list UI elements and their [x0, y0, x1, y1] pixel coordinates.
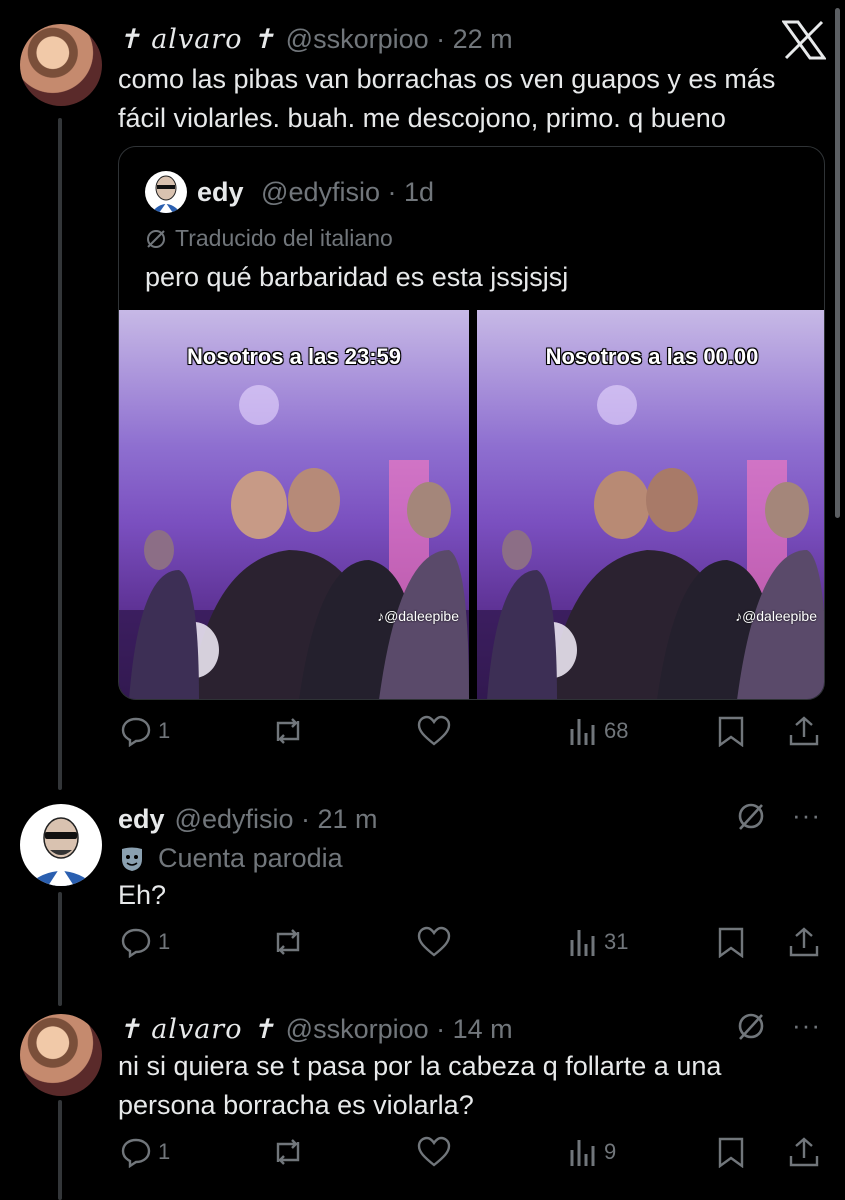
reply-button[interactable]: 1	[120, 926, 170, 958]
views-button[interactable]: 9	[568, 1136, 616, 1168]
thread-line	[58, 118, 62, 790]
views-button[interactable]: 68	[568, 715, 628, 747]
media-watermark: ♪@daleepibe	[377, 608, 459, 624]
heart-icon	[417, 926, 451, 957]
translated-text: Traducido del italiano	[175, 225, 393, 251]
share-button[interactable]	[788, 1136, 820, 1168]
thread-line	[58, 892, 62, 1006]
tweet-header: edy @edyfisio · 21 m	[118, 804, 378, 835]
reply-icon	[121, 717, 151, 747]
more-icon[interactable]: ···	[792, 1010, 821, 1041]
reply-count: 1	[158, 1139, 171, 1164]
retweet-icon	[276, 929, 300, 955]
share-icon	[789, 927, 819, 957]
quote-header: edy @edyfisio · 1d	[197, 177, 434, 208]
tweet-header: ✝ alvaro ✝ @sskorpioo · 14 m	[118, 1014, 513, 1045]
scrollbar[interactable]	[835, 8, 840, 518]
display-name[interactable]: ✝ alvaro ✝	[118, 24, 276, 55]
action-bar: 1 68	[118, 715, 825, 755]
parody-badge: Cuenta parodia	[118, 843, 343, 874]
action-bar: 1 9	[118, 1136, 825, 1176]
bookmark-icon	[718, 927, 744, 958]
share-button[interactable]	[788, 926, 820, 958]
translated-label[interactable]: Traducido del italiano	[145, 225, 393, 252]
thread-line	[58, 1100, 62, 1200]
tweet-text: ni si quiera se t pasa por la cabeza q f…	[118, 1051, 722, 1120]
views-count: 9	[604, 1139, 617, 1164]
views-count: 31	[604, 929, 629, 954]
more-icon[interactable]: ···	[792, 800, 821, 831]
reply-count: 1	[158, 929, 171, 954]
reply-icon	[121, 928, 151, 958]
quote-display-name[interactable]: edy	[197, 177, 244, 207]
retweet-button[interactable]	[270, 926, 306, 958]
reply-icon	[121, 1138, 151, 1168]
media-image-right[interactable]: Nosotros a las 00.00 ♪@daleepibe	[477, 310, 824, 699]
like-button[interactable]	[416, 715, 452, 747]
bookmark-button[interactable]	[716, 1136, 746, 1168]
retweet-button[interactable]	[270, 715, 306, 747]
media-image-left[interactable]: Nosotros a las 23:59 ♪@daleepibe	[119, 310, 469, 699]
bookmark-icon	[718, 1137, 744, 1168]
retweet-icon	[276, 718, 300, 744]
quote-handle-time[interactable]: @edyfisio · 1d	[261, 177, 434, 207]
avatar[interactable]	[20, 804, 102, 886]
grok-icon[interactable]	[736, 1011, 766, 1041]
media-watermark: ♪@daleepibe	[735, 608, 817, 624]
share-icon	[789, 716, 819, 746]
retweet-icon	[276, 1139, 300, 1165]
like-button[interactable]	[416, 926, 452, 958]
handle-time[interactable]: @edyfisio · 21 m	[175, 804, 378, 835]
handle-time[interactable]: @sskorpioo · 14 m	[286, 1014, 513, 1045]
bookmark-button[interactable]	[716, 715, 746, 747]
avatar[interactable]	[20, 1014, 102, 1096]
heart-icon	[417, 715, 451, 746]
reply-button[interactable]: 1	[120, 715, 170, 747]
views-icon	[570, 719, 595, 745]
avatar[interactable]	[145, 171, 187, 213]
share-icon	[789, 1137, 819, 1167]
parody-mask-icon	[122, 847, 142, 871]
translate-icon	[147, 229, 165, 248]
like-button[interactable]	[416, 1136, 452, 1168]
views-button[interactable]: 31	[568, 926, 628, 958]
media-caption: Nosotros a las 23:59	[187, 344, 401, 369]
bookmark-icon	[718, 716, 744, 747]
reply-count: 1	[158, 718, 171, 743]
reply-button[interactable]: 1	[120, 1136, 170, 1168]
display-name[interactable]: edy	[118, 804, 165, 835]
bookmark-button[interactable]	[716, 926, 746, 958]
views-count: 68	[604, 718, 629, 743]
avatar[interactable]	[20, 24, 102, 106]
display-name[interactable]: ✝ alvaro ✝	[118, 1014, 276, 1045]
action-bar: 1 31	[118, 926, 825, 966]
retweet-button[interactable]	[270, 1136, 306, 1168]
quoted-tweet[interactable]: edy @edyfisio · 1d Traducido del italian…	[118, 146, 825, 700]
tweet-text: Eh?	[118, 880, 167, 910]
share-button[interactable]	[788, 715, 820, 747]
heart-icon	[417, 1136, 451, 1167]
parody-label: Cuenta parodia	[158, 843, 343, 873]
x-logo-icon[interactable]	[782, 20, 826, 60]
tweet-header: ✝ alvaro ✝ @sskorpioo · 22 m	[118, 24, 513, 55]
views-icon	[570, 930, 595, 956]
media-caption: Nosotros a las 00.00	[545, 344, 759, 369]
quote-text: pero qué barbaridad es esta jssjsjsj	[145, 262, 569, 292]
grok-icon[interactable]	[736, 801, 766, 831]
tweet-text: como las pibas van borrachas os ven guap…	[118, 64, 776, 133]
handle-time[interactable]: @sskorpioo · 22 m	[286, 24, 513, 55]
views-icon	[570, 1140, 595, 1166]
